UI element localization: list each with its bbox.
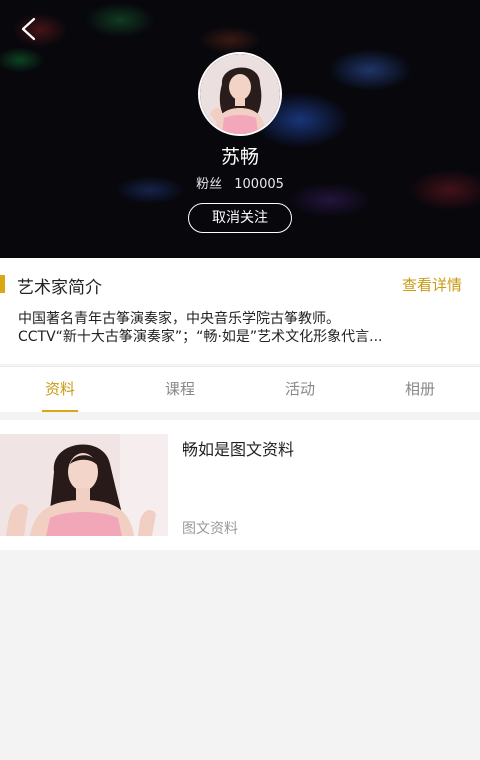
artist-intro-section: 艺术家简介 查看详情 中国著名青年古筝演奏家，中央音乐学院古筝教师。 CCTV“… — [0, 258, 480, 364]
content-type-tag: 图文资料 — [182, 521, 238, 537]
fans-label: 粉丝 — [196, 177, 223, 192]
profile-tabs: 资料 课程 活动 相册 — [0, 366, 480, 412]
intro-line: CCTV“新十大古筝演奏家”；“畅·如是”艺术文化形象代言... — [18, 329, 383, 345]
content-card[interactable]: 畅如是图文资料 图文资料 — [0, 420, 480, 550]
artist-name: 苏畅 — [220, 146, 259, 168]
content-title: 畅如是图文资料 — [182, 440, 295, 459]
tab-profile[interactable]: 资料 — [0, 367, 120, 412]
intro-line: 中国著名青年古筝演奏家，中央音乐学院古筝教师。 — [18, 311, 340, 327]
back-button[interactable] — [14, 14, 44, 44]
back-arrow-icon — [21, 17, 36, 41]
intro-text: 中国著名青年古筝演奏家，中央音乐学院古筝教师。 CCTV“新十大古筝演奏家”；“… — [18, 310, 462, 346]
fans-count: 粉丝 100005 — [0, 173, 480, 192]
tab-courses[interactable]: 课程 — [120, 367, 240, 412]
view-details-link[interactable]: 查看详情 — [402, 274, 462, 295]
section-accent-bar — [0, 275, 5, 293]
tab-album[interactable]: 相册 — [360, 367, 480, 412]
intro-title: 艺术家简介 — [17, 278, 102, 298]
fans-number: 100005 — [234, 177, 284, 192]
unfollow-button[interactable]: 取消关注 — [188, 203, 292, 233]
content-thumbnail — [0, 434, 168, 536]
profile-header: 苏畅 粉丝 100005 取消关注 — [0, 0, 480, 258]
artist-avatar — [198, 52, 282, 136]
tab-events[interactable]: 活动 — [240, 367, 360, 412]
